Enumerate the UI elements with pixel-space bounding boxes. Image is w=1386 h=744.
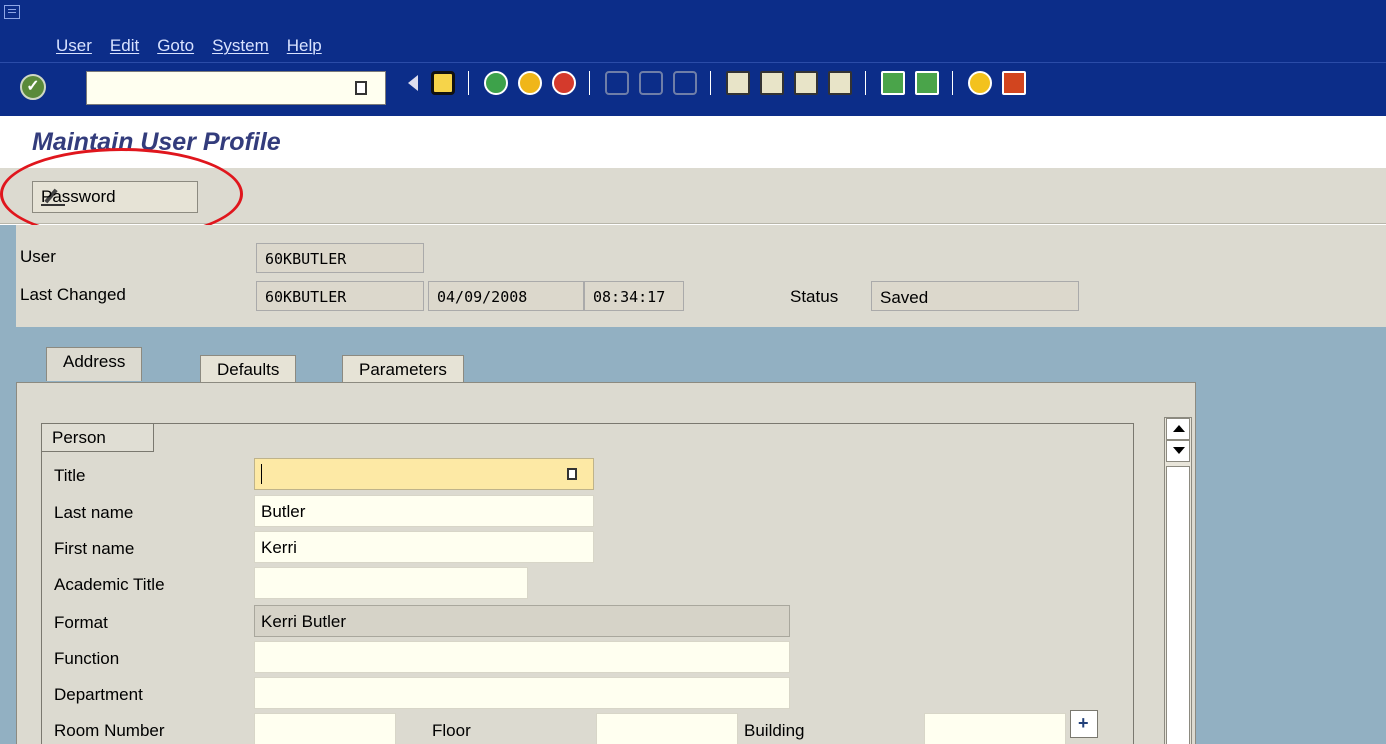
next-page-icon[interactable] <box>794 71 818 95</box>
academic-title-field[interactable] <box>254 567 528 599</box>
format-field: Kerri Butler <box>254 605 790 637</box>
previous-page-icon[interactable] <box>760 71 784 95</box>
building-label: Building <box>744 721 805 740</box>
main-area: User 60KBUTLER Last Changed 60KBUTLER 04… <box>0 225 1386 744</box>
password-button-label: Password <box>41 187 116 206</box>
text-cursor <box>261 464 262 484</box>
last-name-label: Last name <box>54 503 134 522</box>
room-number-label: Room Number <box>54 721 165 740</box>
title-field[interactable] <box>254 458 594 490</box>
toolbar-separator <box>865 71 868 95</box>
room-number-field[interactable] <box>254 713 396 744</box>
first-name-label: First name <box>54 539 135 558</box>
tab-defaults[interactable]: Defaults <box>200 355 297 385</box>
user-field: 60KBUTLER <box>256 243 424 273</box>
status-field: Saved <box>871 281 1079 311</box>
help-icon[interactable] <box>968 71 992 95</box>
application-toolbar: Password <box>0 168 1386 224</box>
last-changed-date-field: 04/09/2008 <box>428 281 584 311</box>
building-field[interactable] <box>924 713 1066 744</box>
function-label: Function <box>54 649 120 668</box>
back-icon[interactable] <box>484 71 508 95</box>
floor-field[interactable] <box>596 713 738 744</box>
toolbar-separator <box>710 71 713 95</box>
header-panel: User 60KBUTLER Last Changed 60KBUTLER 04… <box>16 225 1386 327</box>
menu-system[interactable]: System <box>212 36 269 56</box>
menu: User Edit Goto System Help <box>56 36 340 56</box>
create-shortcut-icon[interactable] <box>915 71 939 95</box>
function-field[interactable] <box>254 641 790 673</box>
toolbar-separator <box>952 71 955 95</box>
address-tab-panel: Person Title Last name Butler First name… <box>16 382 1196 744</box>
floor-label: Floor <box>432 721 471 740</box>
last-changed-time-field: 08:34:17 <box>584 281 684 311</box>
tab-address[interactable]: Address <box>46 347 143 381</box>
system-menu-icon[interactable] <box>4 5 20 19</box>
first-name-field[interactable]: Kerri <box>254 531 594 563</box>
menu-edit[interactable]: Edit <box>110 36 139 56</box>
exit-icon[interactable] <box>518 71 542 95</box>
vertical-scrollbar[interactable] <box>1164 417 1192 744</box>
first-page-icon[interactable] <box>726 71 750 95</box>
title-label: Title <box>54 466 86 485</box>
menu-goto[interactable]: Goto <box>157 36 194 56</box>
command-history-icon[interactable] <box>355 81 367 95</box>
menu-bar: User Edit Goto System Help <box>0 0 1386 62</box>
page-title: Maintain User Profile <box>32 128 281 156</box>
customize-layout-icon[interactable] <box>1002 71 1026 95</box>
status-label: Status <box>790 287 839 306</box>
scroll-down-icon[interactable] <box>1166 440 1190 462</box>
last-name-field[interactable]: Butler <box>254 495 594 527</box>
standard-toolbar: ✓ <box>0 62 1386 116</box>
add-address-icon[interactable] <box>1070 710 1098 738</box>
menu-help[interactable]: Help <box>287 36 322 56</box>
tab-parameters[interactable]: Parameters <box>342 355 464 385</box>
tab-strip: Address Defaults Parameters <box>16 327 1196 385</box>
scroll-up-icon[interactable] <box>1166 418 1190 440</box>
toolbar-separator <box>589 71 592 95</box>
find-icon[interactable] <box>639 71 663 95</box>
cancel-icon[interactable] <box>552 71 576 95</box>
collapse-command-icon[interactable] <box>408 75 418 91</box>
title-dropdown-icon[interactable] <box>567 468 577 480</box>
format-label: Format <box>54 613 108 632</box>
print-icon[interactable] <box>605 71 629 95</box>
command-field[interactable] <box>86 71 386 105</box>
department-label: Department <box>54 685 143 704</box>
enter-icon[interactable]: ✓ <box>20 74 46 100</box>
user-label: User <box>20 247 56 266</box>
scroll-thumb[interactable] <box>1166 466 1190 744</box>
create-session-icon[interactable] <box>881 71 905 95</box>
title-area: Maintain User Profile <box>0 116 1386 168</box>
password-button[interactable]: Password <box>32 181 198 213</box>
department-field[interactable] <box>254 677 790 709</box>
toolbar-icons <box>400 71 1031 95</box>
save-icon[interactable] <box>431 71 455 95</box>
last-changed-by-field: 60KBUTLER <box>256 281 424 311</box>
last-page-icon[interactable] <box>828 71 852 95</box>
person-group-title: Person <box>42 424 154 452</box>
menu-user[interactable]: User <box>56 36 92 56</box>
academic-title-label: Academic Title <box>54 575 165 594</box>
person-group: Person Title Last name Butler First name… <box>41 423 1134 744</box>
toolbar-separator <box>468 71 471 95</box>
last-changed-label: Last Changed <box>20 285 126 304</box>
find-next-icon[interactable] <box>673 71 697 95</box>
